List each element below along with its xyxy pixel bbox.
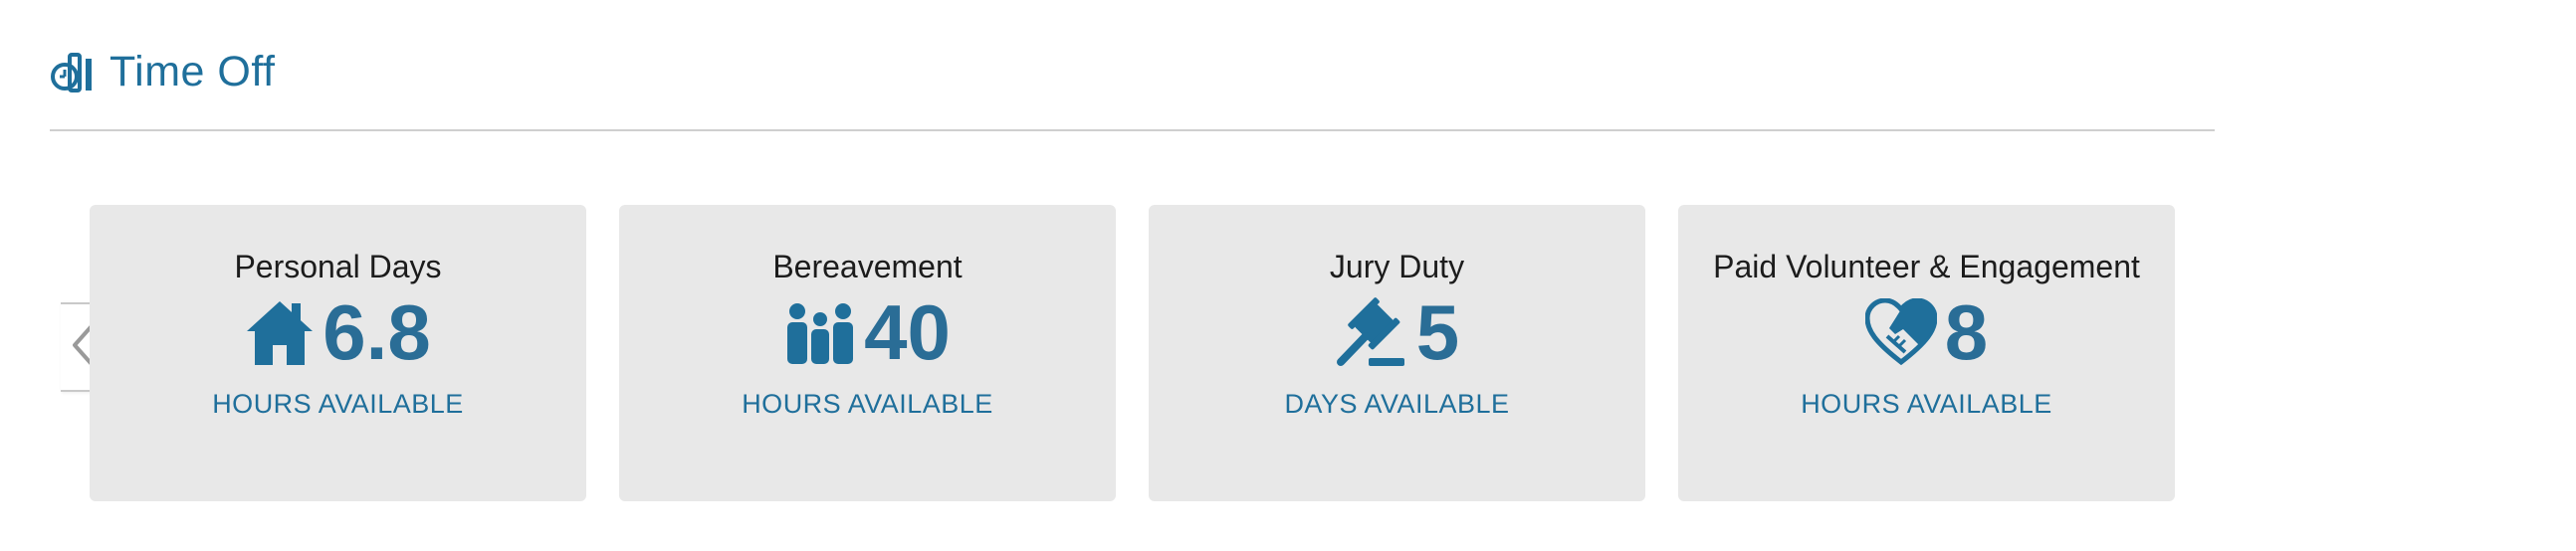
card-value-row: 5 bbox=[1335, 293, 1459, 371]
timeoff-card-paid-volunteer[interactable]: Paid Volunteer & Engagement 8 HOURS AVAI… bbox=[1678, 205, 2175, 501]
timeoff-carousel: Personal Days 6.8 HOURS AVAILABLE Bereav… bbox=[90, 205, 2175, 501]
page-title: Time Off bbox=[109, 48, 276, 95]
heart-handshake-icon bbox=[1864, 298, 1937, 366]
card-title: Bereavement bbox=[772, 249, 963, 284]
card-value-row: 8 bbox=[1864, 288, 1989, 376]
card-title: Jury Duty bbox=[1329, 249, 1465, 284]
card-value: 5 bbox=[1415, 288, 1460, 376]
card-unit-label: HOURS AVAILABLE bbox=[1801, 389, 2052, 419]
card-value-row: 6.8 bbox=[245, 288, 431, 376]
timeoff-card-jury-duty[interactable]: Jury Duty 5 DAYS AVAILABLE bbox=[1149, 205, 1645, 501]
card-value: 40 bbox=[864, 288, 951, 376]
house-icon bbox=[245, 297, 315, 367]
card-title: Personal Days bbox=[234, 249, 442, 284]
timeoff-clock-icon bbox=[50, 51, 98, 94]
gavel-icon bbox=[1335, 296, 1408, 368]
card-title: Paid Volunteer & Engagement bbox=[1713, 249, 2140, 284]
timeoff-card-personal-days[interactable]: Personal Days 6.8 HOURS AVAILABLE bbox=[90, 205, 586, 501]
timeoff-card-bereavement[interactable]: Bereavement 40 HOURS AVAILABLE bbox=[619, 205, 1116, 501]
card-unit-label: HOURS AVAILABLE bbox=[212, 389, 464, 419]
card-unit-label: HOURS AVAILABLE bbox=[742, 389, 993, 419]
header-divider bbox=[50, 129, 2215, 131]
card-value-row: 40 bbox=[784, 293, 951, 371]
section-header: Time Off bbox=[50, 48, 275, 96]
family-icon bbox=[784, 297, 856, 367]
card-value: 8 bbox=[1944, 288, 1989, 376]
card-unit-label: DAYS AVAILABLE bbox=[1284, 389, 1510, 419]
card-value: 6.8 bbox=[322, 288, 431, 376]
